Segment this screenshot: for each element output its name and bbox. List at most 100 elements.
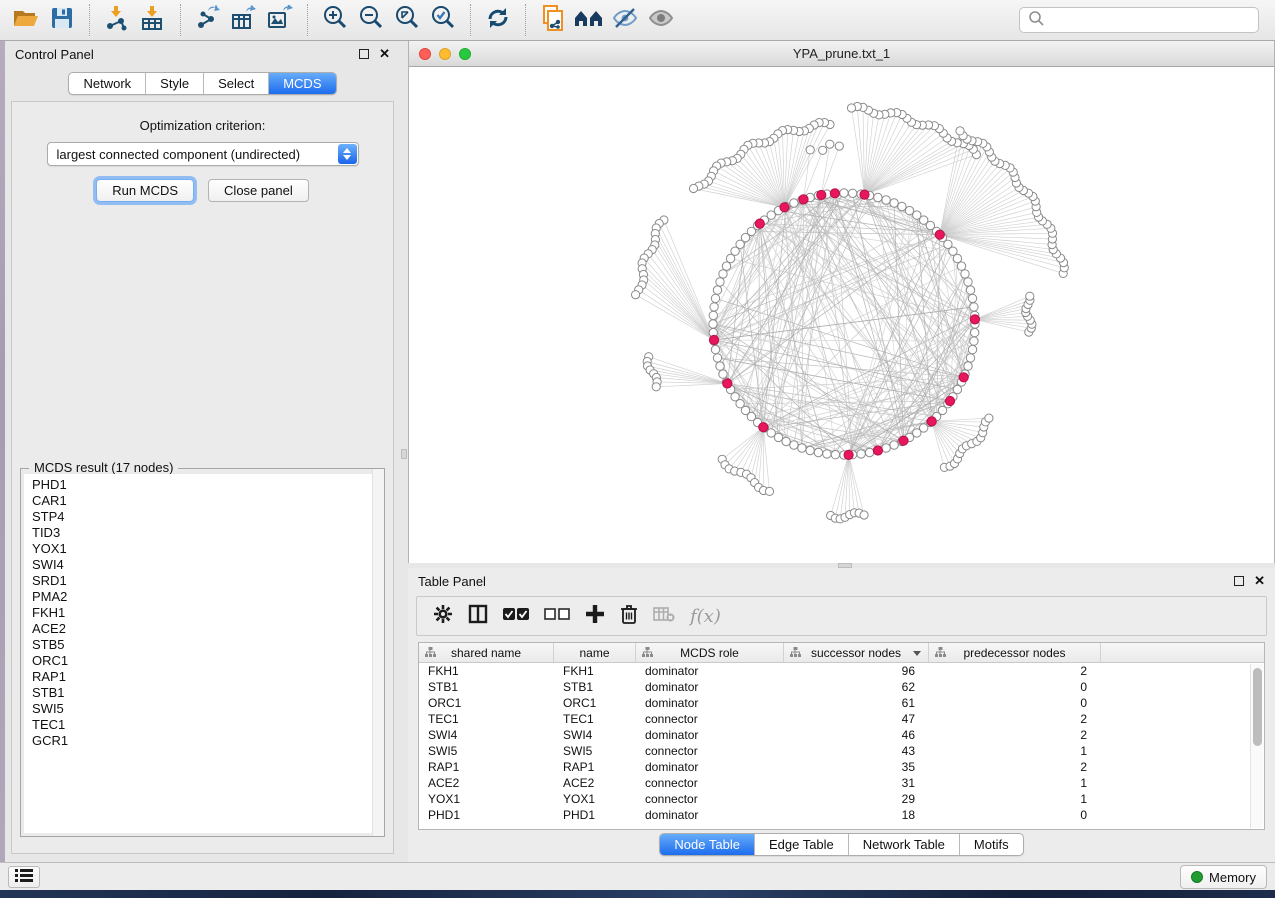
- tab-node-table[interactable]: Node Table: [660, 834, 755, 855]
- column-header-successor-nodes[interactable]: successor nodes: [784, 643, 929, 662]
- table-row[interactable]: SWI4SWI4dominator462: [419, 727, 1264, 743]
- select-all-button[interactable]: [503, 607, 529, 626]
- export-image-button[interactable]: [262, 3, 298, 37]
- mcds-result-item[interactable]: PHD1: [24, 474, 381, 493]
- tab-mcds[interactable]: MCDS: [269, 73, 335, 94]
- maximize-window-icon[interactable]: [459, 48, 471, 60]
- table-row[interactable]: RAP1RAP1dominator352: [419, 759, 1264, 775]
- close-panel-icon[interactable]: ✕: [1254, 576, 1265, 586]
- run-mcds-button[interactable]: Run MCDS: [96, 179, 194, 202]
- minimize-window-icon[interactable]: [439, 48, 451, 60]
- sort-chevron-icon[interactable]: [913, 651, 921, 656]
- export-network-button[interactable]: [190, 3, 226, 37]
- open-file-button[interactable]: [8, 3, 44, 37]
- show-all-eye-icon: [647, 6, 675, 35]
- mcds-result-item[interactable]: SWI4: [24, 557, 381, 573]
- tab-network[interactable]: Network: [69, 73, 146, 94]
- tab-network-table[interactable]: Network Table: [849, 834, 960, 855]
- table-row[interactable]: TEC1TEC1connector472: [419, 711, 1264, 727]
- search-field[interactable]: [1019, 7, 1259, 33]
- show-columns-button[interactable]: [468, 604, 488, 629]
- table-row[interactable]: PHD1PHD1dominator180: [419, 807, 1264, 823]
- mcds-list-scrollbar[interactable]: [372, 469, 384, 836]
- search-input[interactable]: [1045, 10, 1258, 30]
- table-row[interactable]: YOX1YOX1connector291: [419, 791, 1264, 807]
- table-toolbar: f(x): [416, 596, 1267, 636]
- delete-column-button[interactable]: [620, 604, 638, 629]
- table-cell: [1101, 775, 1264, 791]
- zoom-selected-button[interactable]: [425, 3, 461, 37]
- mcds-result-item[interactable]: PMA2: [24, 589, 381, 605]
- table-cell: 1: [929, 775, 1101, 791]
- tab-style[interactable]: Style: [146, 73, 204, 94]
- table-cell: PHD1: [554, 807, 636, 823]
- delete-table-icon: [653, 606, 675, 627]
- zoom-fit-button[interactable]: [389, 3, 425, 37]
- column-header-predecessor-nodes[interactable]: predecessor nodes: [929, 643, 1101, 662]
- table-row[interactable]: ACE2ACE2connector311: [419, 775, 1264, 791]
- unchecked-boxes-icon: [544, 607, 570, 626]
- import-network-button[interactable]: [99, 3, 135, 37]
- float-panel-icon[interactable]: [359, 49, 369, 59]
- mcds-result-list[interactable]: PHD1CAR1STP4TID3YOX1SWI4SRD1PMA2FKH1ACE2…: [24, 474, 381, 833]
- mcds-result-item[interactable]: TID3: [24, 525, 381, 541]
- export-table-button[interactable]: [226, 3, 262, 37]
- mcds-result-item[interactable]: GCR1: [24, 733, 381, 749]
- mcds-result-item[interactable]: STB5: [24, 637, 381, 653]
- float-panel-icon[interactable]: [1234, 576, 1244, 586]
- table-row[interactable]: FKH1FKH1dominator962: [419, 663, 1264, 679]
- table-cell: 0: [929, 679, 1101, 695]
- mcds-result-item[interactable]: STP4: [24, 509, 381, 525]
- network-canvas[interactable]: [409, 67, 1274, 563]
- mcds-result-item[interactable]: TEC1: [24, 717, 381, 733]
- column-header-name[interactable]: name: [554, 643, 636, 662]
- mcds-result-item[interactable]: ACE2: [24, 621, 381, 637]
- close-window-icon[interactable]: [419, 48, 431, 60]
- network-window-titlebar[interactable]: YPA_prune.txt_1: [409, 41, 1274, 67]
- zoom-out-button[interactable]: [353, 3, 389, 37]
- table-row[interactable]: SWI5SWI5connector431: [419, 743, 1264, 759]
- tab-motifs[interactable]: Motifs: [960, 834, 1023, 855]
- refresh-layout-button[interactable]: [480, 3, 516, 37]
- mcds-result-item[interactable]: SRD1: [24, 573, 381, 589]
- tab-select[interactable]: Select: [204, 73, 269, 94]
- tab-edge-table[interactable]: Edge Table: [755, 834, 849, 855]
- export-network-icon: [195, 5, 221, 36]
- add-column-button[interactable]: [585, 604, 605, 629]
- task-history-button[interactable]: [8, 866, 40, 888]
- mcds-result-item[interactable]: ORC1: [24, 653, 381, 669]
- table-cell: [1101, 807, 1264, 823]
- scrollbar-thumb[interactable]: [1253, 668, 1262, 746]
- close-panel-icon[interactable]: ✕: [379, 49, 390, 59]
- table-cell: FKH1: [554, 663, 636, 679]
- first-neighbors-button[interactable]: [571, 3, 607, 37]
- save-session-button[interactable]: [44, 3, 80, 37]
- deselect-all-button[interactable]: [544, 607, 570, 626]
- mcds-result-item[interactable]: STB1: [24, 685, 381, 701]
- zoom-in-button[interactable]: [317, 3, 353, 37]
- criterion-selected-value: largest connected component (undirected): [57, 147, 301, 162]
- new-network-from-selection-button[interactable]: [535, 3, 571, 37]
- column-type-icon: [642, 647, 653, 661]
- splitter-handle[interactable]: [401, 449, 407, 459]
- table-scrollbar[interactable]: [1250, 664, 1263, 828]
- column-header-mcds-role[interactable]: MCDS role: [636, 643, 784, 662]
- memory-button[interactable]: Memory: [1180, 865, 1267, 889]
- column-header-shared-name[interactable]: shared name: [419, 643, 554, 662]
- table-row[interactable]: ORC1ORC1dominator610: [419, 695, 1264, 711]
- mcds-result-item[interactable]: YOX1: [24, 541, 381, 557]
- table-row[interactable]: STB1STB1dominator620: [419, 679, 1264, 695]
- vertical-splitter[interactable]: [400, 41, 408, 862]
- close-panel-button[interactable]: Close panel: [208, 179, 309, 202]
- show-all-button[interactable]: [643, 3, 679, 37]
- hide-selected-button[interactable]: [607, 3, 643, 37]
- mcds-result-item[interactable]: RAP1: [24, 669, 381, 685]
- mcds-result-item[interactable]: FKH1: [24, 605, 381, 621]
- import-table-button[interactable]: [135, 3, 171, 37]
- mcds-result-item[interactable]: SWI5: [24, 701, 381, 717]
- table-options-button[interactable]: [433, 604, 453, 629]
- table-cell: 2: [929, 663, 1101, 679]
- mcds-result-item[interactable]: CAR1: [24, 493, 381, 509]
- function-builder-button[interactable]: f(x): [690, 606, 721, 627]
- criterion-select[interactable]: largest connected component (undirected): [47, 142, 359, 166]
